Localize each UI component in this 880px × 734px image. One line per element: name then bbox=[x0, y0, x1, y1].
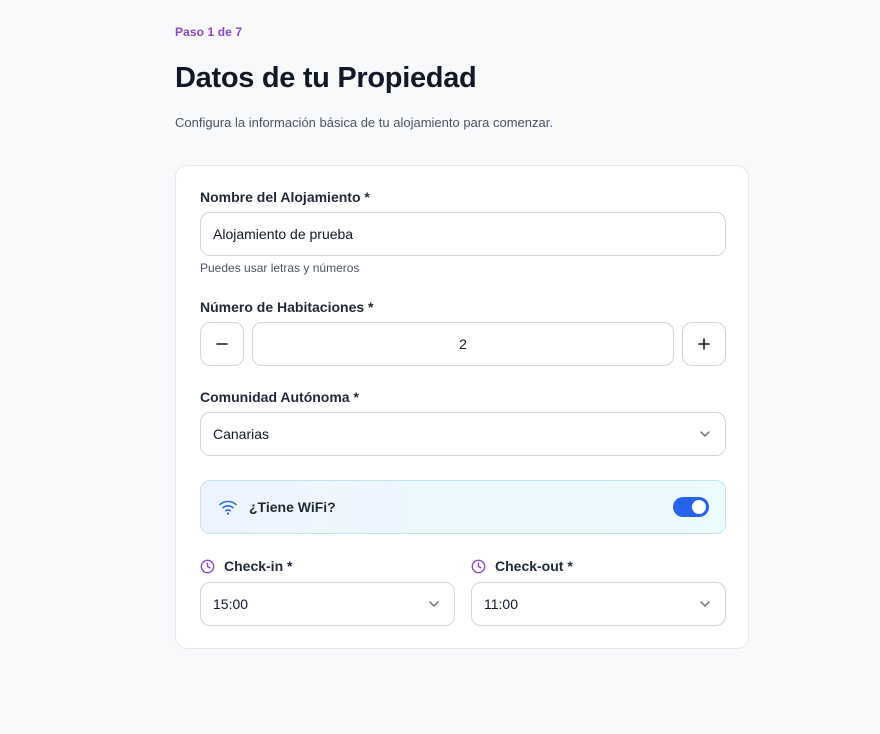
checkin-select[interactable]: 15:00 bbox=[200, 582, 455, 626]
minus-icon bbox=[216, 343, 228, 345]
name-field[interactable] bbox=[200, 212, 726, 256]
wifi-toggle-knob bbox=[692, 500, 706, 514]
name-input[interactable] bbox=[201, 213, 725, 255]
plus-icon bbox=[698, 338, 710, 350]
checkout-selected-value: 11:00 bbox=[484, 596, 518, 612]
region-label: Comunidad Autónoma * bbox=[200, 389, 359, 405]
region-selected-value: Canarias bbox=[213, 426, 270, 442]
wifi-icon bbox=[219, 500, 237, 515]
checkin-selected-value: 15:00 bbox=[213, 596, 249, 612]
page-title: Datos de tu Propiedad bbox=[175, 62, 477, 94]
clock-icon bbox=[200, 559, 215, 574]
step-indicator: Paso 1 de 7 bbox=[175, 25, 243, 39]
property-form-card: Nombre del Alojamiento * Puedes usar let… bbox=[175, 165, 749, 649]
rooms-increment-button[interactable] bbox=[682, 322, 726, 366]
rooms-value: 2 bbox=[459, 336, 467, 352]
rooms-label: Número de Habitaciones * bbox=[200, 299, 374, 315]
page-subtitle: Configura la información básica de tu al… bbox=[175, 115, 553, 130]
wifi-label: ¿Tiene WiFi? bbox=[249, 499, 336, 515]
clock-icon bbox=[471, 559, 486, 574]
checkout-select[interactable]: 11:00 bbox=[471, 582, 726, 626]
name-label: Nombre del Alojamiento * bbox=[200, 189, 370, 205]
region-select[interactable]: Canarias bbox=[200, 412, 726, 456]
rooms-value-field[interactable]: 2 bbox=[252, 322, 674, 366]
wifi-toggle[interactable] bbox=[673, 497, 709, 517]
wifi-option-box: ¿Tiene WiFi? bbox=[200, 480, 726, 534]
chevron-down-icon bbox=[700, 601, 710, 607]
checkin-label: Check-in * bbox=[224, 558, 293, 574]
chevron-down-icon bbox=[429, 601, 439, 607]
chevron-down-icon bbox=[700, 431, 710, 437]
rooms-decrement-button[interactable] bbox=[200, 322, 244, 366]
checkout-label: Check-out * bbox=[495, 558, 573, 574]
page: Paso 1 de 7 Datos de tu Propiedad Config… bbox=[0, 0, 880, 734]
name-hint: Puedes usar letras y números bbox=[200, 261, 360, 275]
